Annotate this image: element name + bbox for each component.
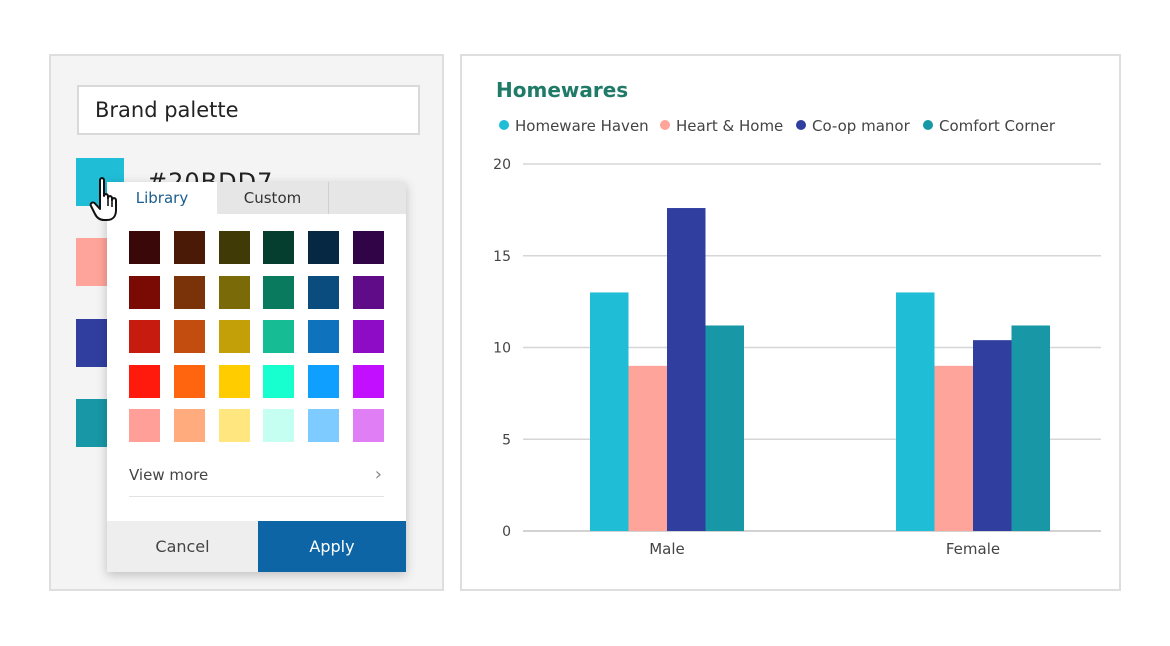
color-swatch-cell[interactable] xyxy=(173,320,205,353)
color-swatch-cell[interactable] xyxy=(218,231,250,264)
color-swatch-cell[interactable] xyxy=(218,320,250,353)
color-swatch-cell[interactable] xyxy=(308,409,340,442)
color-swatch-cell[interactable] xyxy=(353,231,384,264)
apply-button[interactable]: Apply xyxy=(258,521,406,572)
color-swatch-cell[interactable] xyxy=(129,320,160,353)
color-swatch-cell[interactable] xyxy=(263,364,295,398)
color-swatch-cell[interactable] xyxy=(353,275,384,309)
color-swatch-cell[interactable] xyxy=(263,231,295,264)
bar xyxy=(705,325,744,531)
chevron-right-icon: › xyxy=(374,464,382,485)
color-swatch-cell[interactable] xyxy=(263,275,295,309)
color-swatch-cell[interactable] xyxy=(308,275,340,309)
palette-name-input[interactable]: Brand palette xyxy=(77,85,420,135)
color-picker-popup: Library Custom View more › Cancel Apply xyxy=(107,182,406,572)
cancel-button[interactable]: Cancel xyxy=(107,521,258,572)
color-swatch-cell[interactable] xyxy=(129,409,160,442)
color-swatch-cell[interactable] xyxy=(173,231,205,264)
color-swatch-cell[interactable] xyxy=(218,409,250,442)
color-swatch-cell[interactable] xyxy=(218,275,250,309)
y-tick-label: 10 xyxy=(493,341,511,357)
bar xyxy=(896,292,935,531)
bar xyxy=(973,340,1012,531)
y-tick-label: 20 xyxy=(493,157,511,173)
color-swatch-cell[interactable] xyxy=(263,409,295,442)
color-swatch-cell[interactable] xyxy=(353,409,384,442)
y-tick-label: 5 xyxy=(502,432,511,448)
bar xyxy=(934,365,973,531)
color-swatch-cell[interactable] xyxy=(173,409,205,442)
color-swatch-cell[interactable] xyxy=(263,320,295,353)
x-category-label: Male xyxy=(649,540,685,558)
x-category-label: Female xyxy=(946,540,1000,558)
y-tick-label: 15 xyxy=(493,249,511,265)
view-more-label: View more xyxy=(129,466,209,484)
color-swatch-cell[interactable] xyxy=(308,320,340,353)
bar xyxy=(1011,325,1050,531)
bar xyxy=(590,292,629,531)
color-swatch-cell[interactable] xyxy=(129,275,160,309)
hand-cursor-icon xyxy=(89,177,117,221)
chart-panel: Homewares Homeware Haven Heart & Home Co-o… xyxy=(460,54,1121,591)
color-swatch-cell[interactable] xyxy=(308,231,340,264)
color-swatch-cell[interactable] xyxy=(353,364,384,398)
color-swatch-cell[interactable] xyxy=(353,320,384,353)
bar xyxy=(667,208,706,532)
bar xyxy=(628,365,667,531)
color-swatch-cell[interactable] xyxy=(129,231,160,264)
tab-custom[interactable]: Custom xyxy=(217,182,329,214)
color-swatch-cell[interactable] xyxy=(129,364,160,398)
view-more-link[interactable]: View more › xyxy=(129,463,384,497)
bar-chart: 0 5 10 15 20 Male Female xyxy=(493,157,1101,558)
y-tick-label: 0 xyxy=(502,524,511,540)
picker-tabs: Library Custom xyxy=(107,182,406,215)
color-swatch-cell[interactable] xyxy=(173,364,205,398)
color-swatch-cell[interactable] xyxy=(173,275,205,309)
color-swatch-cell[interactable] xyxy=(218,364,250,398)
color-swatch-cell[interactable] xyxy=(308,364,340,398)
